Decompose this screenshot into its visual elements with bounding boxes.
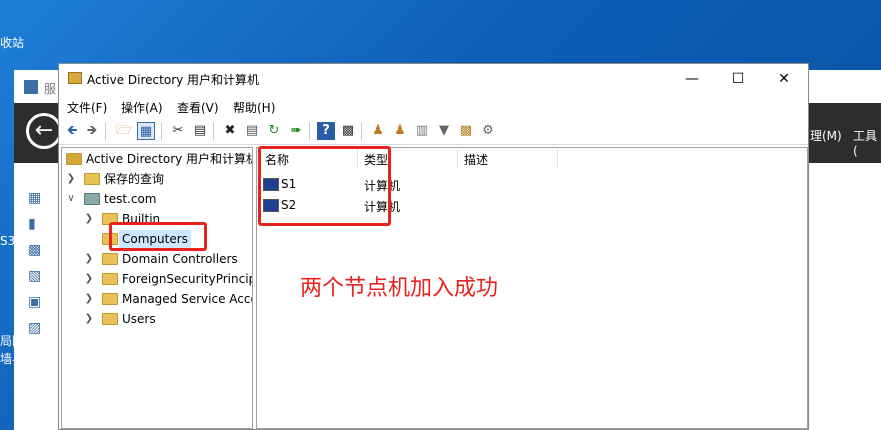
cut-icon[interactable]: ✂ [169, 122, 187, 140]
tree-pane: Active Directory 用户和计算机 ❯ 保存的查询 ∨ test.c… [61, 147, 253, 429]
aduc-app-icon [68, 72, 82, 84]
folder-icon [84, 173, 100, 185]
close-button[interactable]: ✕ [761, 64, 807, 94]
chevron-right-icon[interactable]: ❯ [84, 210, 94, 228]
properties-icon[interactable]: ▤ [243, 122, 261, 140]
dashboard-icon[interactable]: ▦ [28, 190, 46, 206]
folder-icon [102, 253, 118, 265]
copy-icon[interactable]: ▤ [191, 122, 209, 140]
maximize-button[interactable]: ☐ [715, 64, 761, 94]
toolbar: 🡸 🡺 🗁 ▦ ✂ ▤ ✖ ▤ ↻ ➠ ? ▩ ♟ ♟ ▥ ▼ ▩ ⚙ [59, 118, 808, 145]
server-manager-title: 服 [44, 82, 57, 96]
add-group-icon[interactable]: ♟ [391, 122, 409, 140]
window-title: Active Directory 用户和计算机 [87, 73, 260, 87]
tree-item-saved-queries[interactable]: ❯ 保存的查询 [66, 170, 246, 188]
console-icon[interactable]: ▩ [339, 122, 357, 140]
delete-icon[interactable]: ✖ [221, 122, 239, 140]
back-arrow-icon[interactable]: ← [26, 113, 62, 149]
server-manager-menu-manage[interactable]: 理(M) [810, 127, 842, 144]
help-icon[interactable]: ? [317, 122, 335, 140]
desktop-icon-label[interactable]: 收站 [0, 34, 24, 51]
chevron-right-icon[interactable]: ❯ [84, 270, 94, 288]
folder-icon [102, 313, 118, 325]
chevron-right-icon[interactable]: ❯ [84, 290, 94, 308]
back-icon[interactable]: 🡸 [63, 122, 81, 140]
chevron-right-icon[interactable]: ❯ [84, 310, 94, 328]
local-server-icon[interactable]: ▮ [28, 216, 46, 232]
server-manager-menu-tools[interactable]: 工具( [853, 127, 881, 158]
find-icon[interactable]: ▩ [457, 122, 475, 140]
menu-view[interactable]: 查看(V) [177, 99, 219, 116]
toolbar-separator [161, 122, 162, 140]
folder-icon [102, 273, 118, 285]
menu-file[interactable]: 文件(F) [67, 99, 107, 116]
chevron-right-icon[interactable]: ❯ [84, 250, 94, 268]
show-tree-icon[interactable]: ▦ [137, 122, 155, 140]
titlebar: Active Directory 用户和计算机 — ☐ ✕ [59, 64, 808, 94]
toolbar-separator [361, 122, 362, 140]
minimize-button[interactable]: — [669, 64, 715, 94]
forward-icon[interactable]: 🡺 [83, 122, 101, 140]
chevron-right-icon[interactable]: ❯ [66, 170, 76, 188]
domain-icon [84, 193, 100, 205]
export-icon[interactable]: ➠ [287, 122, 305, 140]
add-user-icon[interactable]: ♟ [369, 122, 387, 140]
column-separator[interactable] [557, 150, 558, 168]
tree-item-domain[interactable]: ∨ test.com [66, 190, 246, 208]
tree-item-domain-controllers[interactable]: ❯ Domain Controllers [84, 250, 252, 268]
annotation-box-computers-folder [109, 222, 207, 251]
up-folder-icon[interactable]: 🗁 [115, 122, 133, 140]
all-servers-icon[interactable]: ▩ [28, 242, 46, 258]
toolbar-separator [105, 122, 106, 140]
annotation-box-computers-list [258, 146, 391, 226]
menubar: 文件(F) 操作(A) 查看(V) 帮助(H) [59, 96, 808, 116]
tree-item-users[interactable]: ❯ Users [84, 310, 252, 328]
filter-icon[interactable]: ▼ [435, 122, 453, 140]
folder-icon [102, 293, 118, 305]
toolbar-separator [309, 122, 310, 140]
column-header-description[interactable]: 描述 [464, 151, 488, 168]
annotation-text: 两个节点机加入成功 [300, 276, 499, 301]
delegate-icon[interactable]: ⚙ [479, 122, 497, 140]
roles-icon[interactable]: ▨ [28, 320, 46, 336]
tree-item-foreign-security-principals[interactable]: ❯ ForeignSecurityPrincipa [84, 270, 252, 288]
add-ou-icon[interactable]: ▥ [413, 122, 431, 140]
menu-help[interactable]: 帮助(H) [233, 99, 275, 116]
file-services-icon[interactable]: ▧ [28, 268, 46, 284]
tree-item-managed-service-accounts[interactable]: ❯ Managed Service Acco [84, 290, 252, 308]
toolbar-separator [213, 122, 214, 140]
server-manager-content [810, 163, 881, 430]
column-separator[interactable] [457, 150, 458, 168]
ad-ds-icon[interactable]: ▣ [28, 294, 46, 310]
refresh-icon[interactable]: ↻ [265, 122, 283, 140]
aduc-icon [66, 153, 82, 165]
chevron-down-icon[interactable]: ∨ [66, 190, 76, 208]
menu-action[interactable]: 操作(A) [121, 99, 163, 116]
server-manager-icon [24, 80, 38, 94]
